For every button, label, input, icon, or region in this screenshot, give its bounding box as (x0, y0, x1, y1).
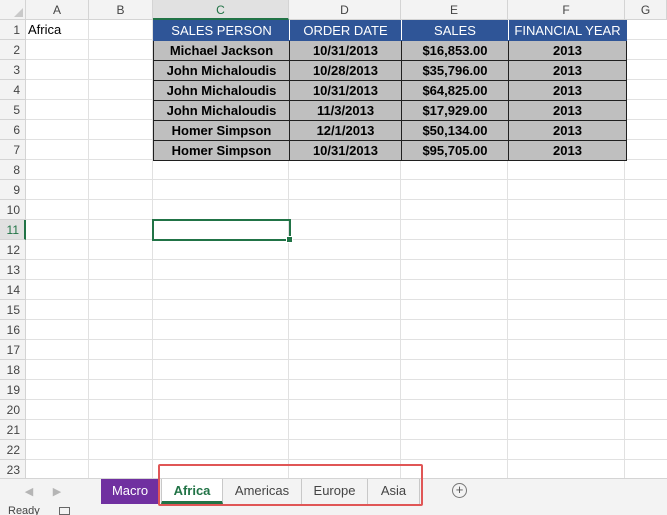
macro-recording-icon[interactable] (59, 507, 70, 515)
cell-order-date[interactable]: 10/31/2013 (289, 140, 402, 161)
table-row: Michael Jackson 10/31/2013 $16,853.00 20… (153, 40, 627, 61)
row-header-12[interactable]: 12 (0, 240, 26, 260)
column-header-a[interactable]: A (26, 0, 89, 20)
table-row: Homer Simpson 12/1/2013 $50,134.00 2013 (153, 120, 627, 141)
row-header-21[interactable]: 21 (0, 420, 26, 440)
row-header-18[interactable]: 18 (0, 360, 26, 380)
cell-order-date[interactable]: 11/3/2013 (289, 100, 402, 121)
sheet-tab-macro[interactable]: Macro (101, 479, 159, 504)
column-header-e[interactable]: E (401, 0, 508, 20)
scroll-right-icon[interactable]: ▶ (50, 484, 64, 500)
row-header-1[interactable]: 1 (0, 20, 26, 40)
header-financial-year[interactable]: FINANCIAL YEAR (508, 20, 627, 41)
cell-sales[interactable]: $64,825.00 (401, 80, 509, 101)
row-header-19[interactable]: 19 (0, 380, 26, 400)
row-header-8[interactable]: 8 (0, 160, 26, 180)
row-header-16[interactable]: 16 (0, 320, 26, 340)
row-header-17[interactable]: 17 (0, 340, 26, 360)
column-header-f[interactable]: F (508, 0, 625, 20)
cell-sales-person[interactable]: Michael Jackson (153, 40, 290, 61)
row-header-13[interactable]: 13 (0, 260, 26, 280)
row-header-22[interactable]: 22 (0, 440, 26, 460)
cell-sales-person[interactable]: Homer Simpson (153, 140, 290, 161)
cell-financial-year[interactable]: 2013 (508, 80, 627, 101)
cell-order-date[interactable]: 10/31/2013 (289, 80, 402, 101)
header-order-date[interactable]: ORDER DATE (289, 20, 402, 41)
cell-sales-person[interactable]: John Michaloudis (153, 80, 290, 101)
header-sales-person[interactable]: SALES PERSON (153, 20, 290, 41)
column-header-g[interactable]: G (625, 0, 667, 20)
row-header-2[interactable]: 2 (0, 40, 26, 60)
cell-sales[interactable]: $17,929.00 (401, 100, 509, 121)
row-header-15[interactable]: 15 (0, 300, 26, 320)
cell-financial-year[interactable]: 2013 (508, 140, 627, 161)
table-row: John Michaloudis 10/28/2013 $35,796.00 2… (153, 60, 627, 81)
status-bar: Ready (0, 506, 667, 515)
cell-sales-person[interactable]: John Michaloudis (153, 60, 290, 81)
cell-financial-year[interactable]: 2013 (508, 120, 627, 141)
row-header-7[interactable]: 7 (0, 140, 26, 160)
table-row: Homer Simpson 10/31/2013 $95,705.00 2013 (153, 140, 627, 161)
cell-a1[interactable]: Africa (28, 20, 90, 40)
row-header-14[interactable]: 14 (0, 280, 26, 300)
column-header-c[interactable]: C (153, 0, 289, 20)
select-all-button[interactable] (0, 0, 26, 20)
worksheet-grid[interactable]: A B C D E F G 1 2 3 4 5 6 7 8 9 10 11 12… (0, 0, 667, 480)
cell-order-date[interactable]: 10/28/2013 (289, 60, 402, 81)
column-header-d[interactable]: D (289, 0, 401, 20)
cell-order-date[interactable]: 12/1/2013 (289, 120, 402, 141)
cell-financial-year[interactable]: 2013 (508, 60, 627, 81)
row-header-11[interactable]: 11 (0, 220, 26, 240)
table-row: John Michaloudis 10/31/2013 $64,825.00 2… (153, 80, 627, 101)
header-sales[interactable]: SALES (401, 20, 509, 41)
row-header-4[interactable]: 4 (0, 80, 26, 100)
scroll-left-icon[interactable]: ◀ (22, 484, 36, 500)
row-header-23[interactable]: 23 (0, 460, 26, 480)
status-text: Ready (8, 506, 40, 515)
cell-sales[interactable]: $95,705.00 (401, 140, 509, 161)
row-header-9[interactable]: 9 (0, 180, 26, 200)
plus-circle-icon[interactable]: + (452, 483, 467, 498)
column-header-b[interactable]: B (89, 0, 153, 20)
fill-handle[interactable] (286, 236, 293, 243)
row-header-6[interactable]: 6 (0, 120, 26, 140)
cell-sales[interactable]: $16,853.00 (401, 40, 509, 61)
row-header-20[interactable]: 20 (0, 400, 26, 420)
row-header-5[interactable]: 5 (0, 100, 26, 120)
cell-sales[interactable]: $35,796.00 (401, 60, 509, 81)
row-header-3[interactable]: 3 (0, 60, 26, 80)
cell-sales[interactable]: $50,134.00 (401, 120, 509, 141)
cell-financial-year[interactable]: 2013 (508, 40, 627, 61)
cell-sales-person[interactable]: Homer Simpson (153, 120, 290, 141)
cell-financial-year[interactable]: 2013 (508, 100, 627, 121)
cell-order-date[interactable]: 10/31/2013 (289, 40, 402, 61)
sales-table: SALES PERSON ORDER DATE SALES FINANCIAL … (153, 20, 627, 161)
row-header-10[interactable]: 10 (0, 200, 26, 220)
active-cell-c11[interactable] (152, 219, 293, 243)
highlight-box (158, 464, 423, 506)
table-row: John Michaloudis 11/3/2013 $17,929.00 20… (153, 100, 627, 121)
cell-sales-person[interactable]: John Michaloudis (153, 100, 290, 121)
